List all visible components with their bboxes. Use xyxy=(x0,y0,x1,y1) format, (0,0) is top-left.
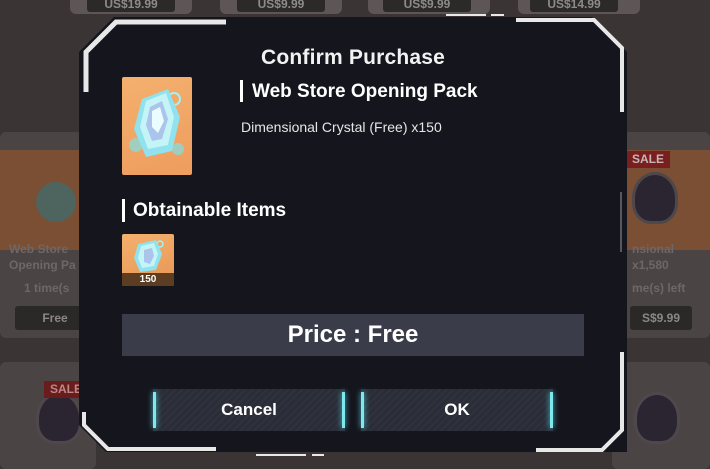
store-card-name: Opening Pa xyxy=(9,258,76,272)
section-accent-bar xyxy=(240,80,243,102)
sale-badge: SALE xyxy=(626,151,671,168)
button-edge xyxy=(153,392,156,428)
button-edge xyxy=(550,392,553,428)
dimensional-crystal-icon xyxy=(129,89,184,157)
button-edge xyxy=(342,392,345,428)
pack-thumbnail xyxy=(122,77,192,175)
store-card-price[interactable]: S$9.99 xyxy=(630,306,692,330)
item-quantity: 150 xyxy=(122,273,174,286)
price-label: Price : Free xyxy=(122,314,584,356)
pack-description: Dimensional Crystal (Free) x150 xyxy=(241,119,442,135)
section-accent-bar xyxy=(122,199,125,222)
store-card-price: US$14.99 xyxy=(530,0,618,12)
dialog-title: Confirm Purchase xyxy=(260,46,446,69)
button-edge xyxy=(361,392,364,428)
character-portrait xyxy=(634,392,680,444)
ok-button[interactable]: OK xyxy=(361,389,553,431)
pack-name: Web Store Opening Pack xyxy=(252,81,478,102)
store-card-limit: 1 time(s xyxy=(24,281,70,295)
store-card-name: x1,580 xyxy=(632,258,669,272)
dimensional-crystal-icon xyxy=(134,240,164,272)
cancel-button-label: Cancel xyxy=(221,400,277,419)
crystal-icon xyxy=(36,182,76,222)
cancel-button[interactable]: Cancel xyxy=(153,389,345,431)
ok-button-label: OK xyxy=(444,400,470,419)
obtainable-item[interactable]: 150 xyxy=(122,234,174,286)
store-card-limit: me(s) left xyxy=(632,281,686,295)
store-card-price: US$19.99 xyxy=(87,0,175,12)
character-portrait xyxy=(632,172,678,224)
obtainable-items-heading: Obtainable Items xyxy=(133,200,287,221)
store-card-price: US$9.99 xyxy=(237,0,325,12)
store-card-name: Web Store xyxy=(9,242,69,256)
store-card-price: US$9.99 xyxy=(383,0,471,12)
store-card-name: nsional xyxy=(632,242,675,256)
